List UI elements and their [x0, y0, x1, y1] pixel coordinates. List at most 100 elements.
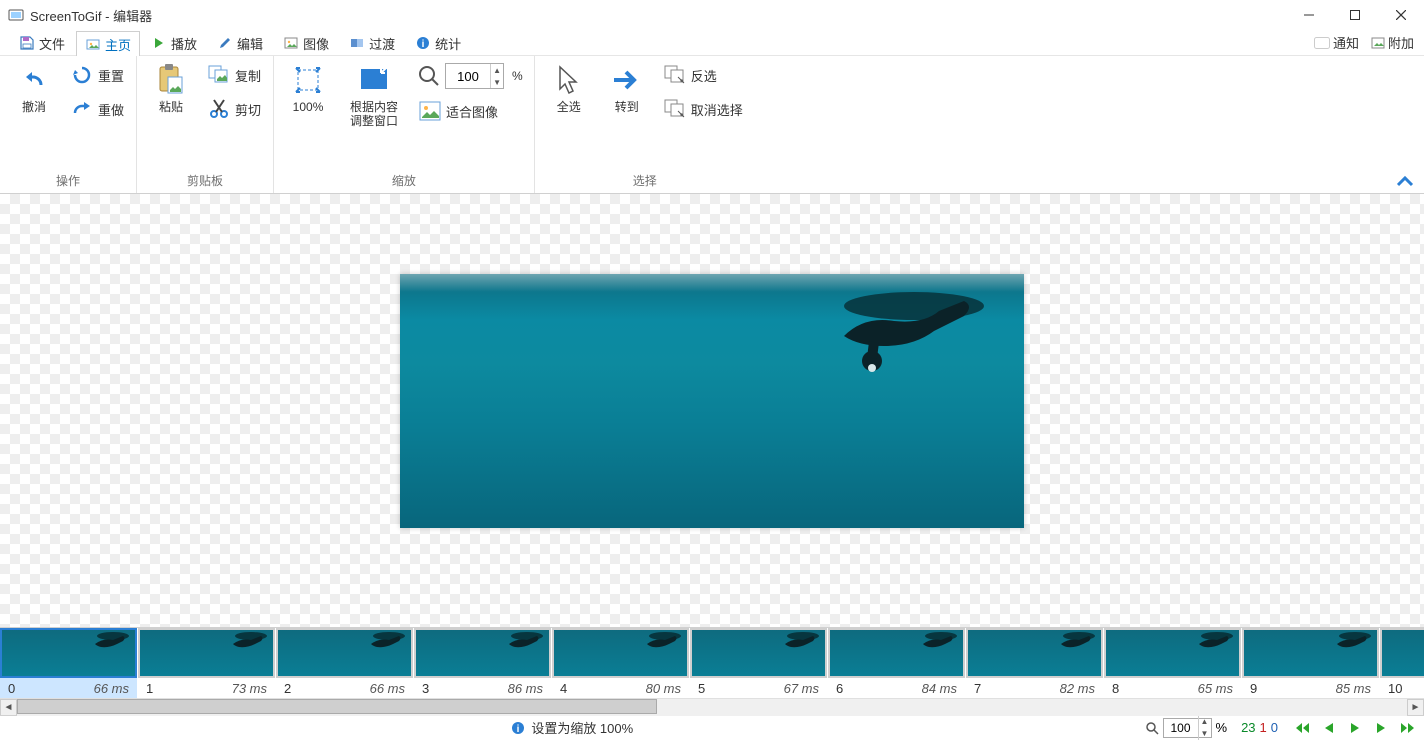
notify-button[interactable]: 通知 [1310, 31, 1363, 54]
tab-file[interactable]: 文件 [10, 30, 74, 56]
goto-button[interactable]: 转到 [601, 60, 653, 118]
reset-button[interactable]: 重置 [66, 60, 128, 90]
notify-icon [1314, 37, 1330, 49]
fit-image-button[interactable]: 适合图像 [414, 96, 526, 126]
tab-home[interactable]: 主页 [76, 31, 140, 57]
reset-icon [70, 63, 94, 87]
copy-icon [207, 63, 231, 87]
frame-item[interactable]: 173 ms [138, 628, 275, 698]
frame-thumb [1380, 628, 1424, 678]
redo-button[interactable]: 重做 [66, 94, 128, 124]
frame-meta: 985 ms [1242, 678, 1379, 698]
canvas-area[interactable] [0, 194, 1424, 627]
frame-duration: 67 ms [784, 681, 819, 696]
zoom-down[interactable]: ▼ [491, 76, 503, 88]
nav-last-button[interactable] [1396, 719, 1418, 737]
frames-strip: 066 ms 173 ms 266 ms 386 ms 480 ms 567 m… [0, 627, 1424, 715]
transition-icon [349, 35, 365, 51]
paste-label: 粘贴 [159, 100, 183, 114]
zoom-input[interactable] [446, 64, 490, 88]
scroll-left-button[interactable]: ◄ [0, 699, 17, 716]
frame-item[interactable]: 266 ms [276, 628, 413, 698]
extra-button[interactable]: 附加 [1367, 31, 1418, 54]
frame-thumb [966, 628, 1103, 678]
frame-duration: 73 ms [232, 681, 267, 696]
frame-item[interactable]: 567 ms [690, 628, 827, 698]
status-zoom-up[interactable]: ▲ [1199, 716, 1211, 728]
tab-transition-label: 过渡 [369, 34, 395, 53]
tab-play[interactable]: 播放 [142, 30, 206, 56]
frame-duration: 82 ms [1060, 681, 1095, 696]
frame-duration: 65 ms [1198, 681, 1233, 696]
notify-label: 通知 [1333, 33, 1359, 52]
frame-duration: 86 ms [508, 681, 543, 696]
status-zoom-input[interactable] [1164, 719, 1198, 737]
close-button[interactable] [1378, 0, 1424, 30]
frame-item[interactable]: 480 ms [552, 628, 689, 698]
status-message: 设置为缩放 100% [531, 718, 633, 737]
scroll-track[interactable] [17, 699, 1407, 716]
frames-scrollbar[interactable]: ◄ ► [0, 698, 1424, 715]
extra-label: 附加 [1388, 33, 1414, 52]
info-icon: i [415, 35, 431, 51]
frame-thumb [552, 628, 689, 678]
frame-meta: 480 ms [552, 678, 689, 698]
frame-thumb [1242, 628, 1379, 678]
inverse-label: 反选 [691, 66, 717, 85]
reset-label: 重置 [98, 66, 124, 85]
deselect-button[interactable]: 取消选择 [659, 94, 747, 124]
paste-button[interactable]: 粘贴 [145, 60, 197, 118]
svg-text:i: i [422, 39, 425, 50]
preview-frame [400, 274, 1024, 528]
tab-image-label: 图像 [303, 34, 329, 53]
tab-image[interactable]: 图像 [274, 30, 338, 56]
zoom-100-button[interactable]: 100% [282, 60, 334, 118]
ribbon: 撤消 重置 重做 操作 粘贴 [0, 56, 1424, 194]
frame-index: 7 [974, 681, 981, 696]
status-zoom-down[interactable]: ▼ [1199, 728, 1211, 740]
frame-item[interactable]: 386 ms [414, 628, 551, 698]
cursor-icon [553, 64, 585, 96]
undo-button[interactable]: 撤消 [8, 60, 60, 118]
tab-edit[interactable]: 编辑 [208, 30, 272, 56]
copy-button[interactable]: 复制 [203, 60, 265, 90]
inverse-button[interactable]: 反选 [659, 60, 747, 90]
group-zoom: 100% 根据内容 调整窗口 ▲▼ % 适合图像 [274, 56, 535, 193]
frame-item[interactable]: 066 ms [0, 628, 137, 698]
frame-duration: 85 ms [1336, 681, 1371, 696]
minimize-button[interactable] [1286, 0, 1332, 30]
nav-first-button[interactable] [1292, 719, 1314, 737]
zoom-pct: % [512, 69, 523, 83]
nav-play-button[interactable] [1344, 719, 1366, 737]
zoom-spin[interactable]: ▲▼ [445, 63, 504, 89]
select-all-label: 全选 [557, 100, 581, 114]
window-title: ScreenToGif - 编辑器 [30, 6, 152, 25]
nav-next-button[interactable] [1370, 719, 1392, 737]
status-zoom-spin[interactable]: ▲▼ [1163, 718, 1212, 738]
tab-play-label: 播放 [171, 34, 197, 53]
frame-index: 6 [836, 681, 843, 696]
frame-item[interactable]: 985 ms [1242, 628, 1379, 698]
frame-item[interactable]: 684 ms [828, 628, 965, 698]
collapse-ribbon-button[interactable] [1396, 175, 1414, 187]
fit-content-button[interactable]: 根据内容 调整窗口 [340, 60, 408, 133]
cut-button[interactable]: 剪切 [203, 94, 265, 124]
maximize-button[interactable] [1332, 0, 1378, 30]
save-icon [19, 35, 35, 51]
select-all-button[interactable]: 全选 [543, 60, 595, 118]
frame-meta: 066 ms [0, 678, 137, 698]
group-select: 全选 转到 反选 取消选择 选择 [535, 56, 755, 193]
scroll-thumb[interactable] [17, 699, 657, 714]
nav-prev-button[interactable] [1318, 719, 1340, 737]
app-icon [8, 7, 24, 23]
tab-stats[interactable]: i 统计 [406, 30, 470, 56]
scroll-right-button[interactable]: ► [1407, 699, 1424, 716]
zoom-up[interactable]: ▲ [491, 64, 503, 76]
frame-index: 2 [284, 681, 291, 696]
status-current: 0 [1271, 720, 1278, 735]
frame-item[interactable]: 7 82 ms [966, 628, 1103, 698]
tab-home-label: 主页 [105, 35, 131, 54]
frame-item[interactable]: 865 ms [1104, 628, 1241, 698]
tab-transition[interactable]: 过渡 [340, 30, 404, 56]
frame-item[interactable]: 10 [1380, 628, 1424, 698]
